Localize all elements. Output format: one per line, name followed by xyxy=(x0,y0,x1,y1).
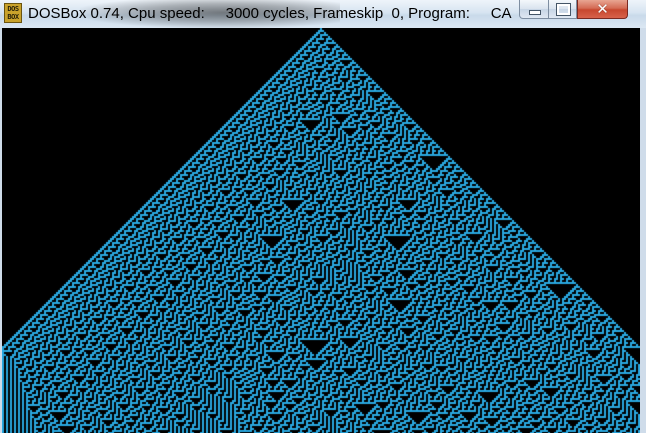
minimize-icon xyxy=(529,10,541,15)
dosbox-window: DOS BOX DOSBox 0.74, Cpu speed: 3000 cyc… xyxy=(0,0,646,433)
title-bar[interactable]: DOS BOX DOSBox 0.74, Cpu speed: 3000 cyc… xyxy=(0,0,646,28)
dos-screen[interactable] xyxy=(2,28,640,433)
close-icon: ✕ xyxy=(596,0,609,18)
dosbox-icon[interactable]: DOS BOX xyxy=(4,3,22,23)
window-frame-right xyxy=(640,28,646,433)
minimize-button[interactable] xyxy=(519,0,549,19)
close-button[interactable]: ✕ xyxy=(577,0,628,19)
cellular-automaton-canvas xyxy=(2,28,640,433)
window-title: DOSBox 0.74, Cpu speed: 3000 cycles, Fra… xyxy=(28,5,512,22)
maximize-button[interactable] xyxy=(549,0,577,19)
maximize-icon xyxy=(556,3,571,16)
